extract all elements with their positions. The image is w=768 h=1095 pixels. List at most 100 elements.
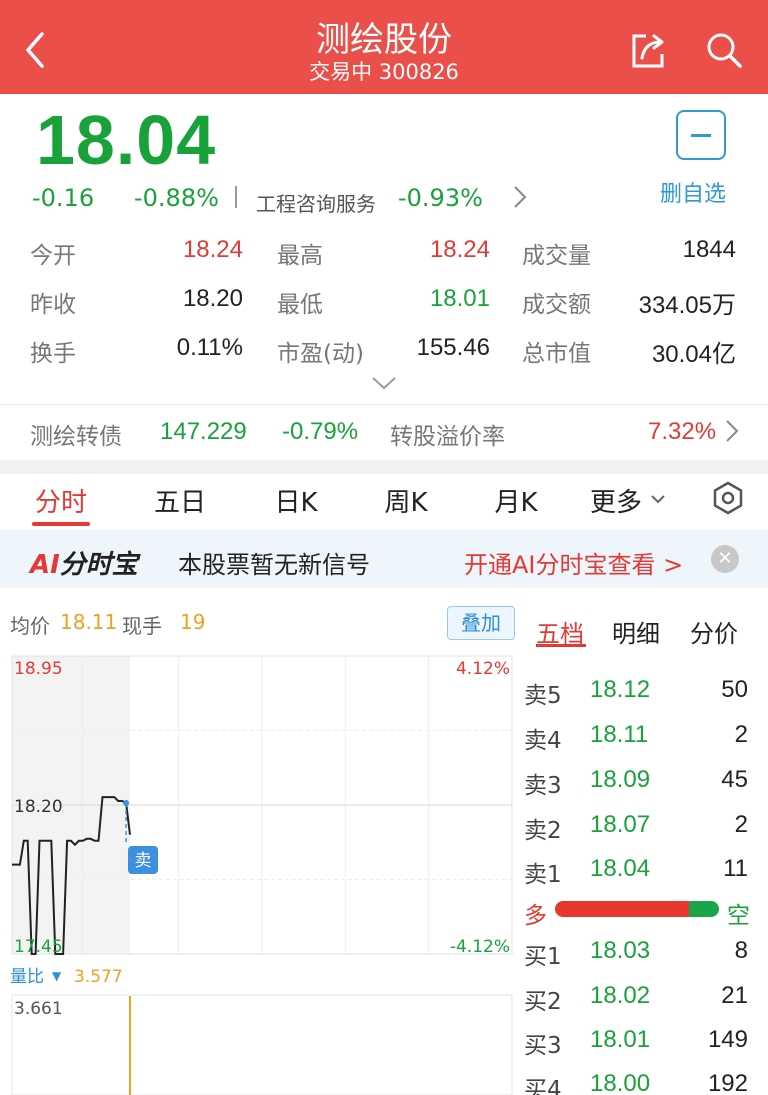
price-change-pct: -0.88% (134, 184, 219, 212)
stat-label: 最高 (277, 243, 323, 269)
intraday-chart[interactable]: 18.95 18.20 17.45 4.12% -4.12% 卖 量比 ▼ 3.… (0, 650, 520, 1095)
stat-label: 市盈(动) (277, 341, 364, 367)
y-axis-bottom-label: 17.45 (14, 937, 63, 957)
sector-change-pct: -0.93% (398, 184, 483, 212)
buy-level-label: 买2 (524, 989, 562, 1015)
sell-level-price[interactable]: 18.11 (590, 721, 648, 749)
stat-value: 18.01 (429, 285, 490, 312)
stat-value: 18.24 (182, 236, 243, 263)
stat-label: 昨收 (30, 292, 76, 318)
buy-level-label: 买1 (524, 944, 562, 970)
close-icon[interactable]: ✕ (711, 545, 739, 573)
ai-logo-ai: AI (30, 550, 60, 580)
buy-side-label: 多 (524, 903, 547, 929)
ai-logo: AI分时宝 (30, 544, 138, 581)
premium-value: 7.32% (648, 418, 717, 445)
bond-change-pct: -0.79% (282, 418, 359, 445)
vol-ratio-label: 量比 (10, 967, 44, 987)
tab-daily-k[interactable]: 日K (270, 482, 322, 519)
active-tab-indicator (536, 644, 586, 647)
section-gap (0, 460, 768, 474)
header-bar: 测绘股份 交易中 300826 (0, 0, 768, 94)
expand-chevron-icon[interactable] (370, 374, 398, 396)
chevron-down-icon[interactable] (650, 490, 666, 509)
convertible-bond-row[interactable]: 测绘转债 147.229 -0.79% 转股溢价率 7.32% (0, 406, 768, 458)
sell-level-volume: 45 (721, 766, 748, 793)
share-icon[interactable] (626, 28, 670, 72)
buy-sell-ratio-bar (555, 901, 719, 917)
vol-ratio-value: 3.577 (74, 967, 123, 987)
vol-ratio-top-label: 3.661 (14, 999, 63, 1019)
sell-level-label: 卖4 (524, 728, 562, 754)
price-change: -0.16 (32, 184, 95, 212)
sell-level-price[interactable]: 18.12 (590, 676, 650, 704)
tab-more[interactable]: 更多 (586, 482, 646, 519)
stat-label: 成交额 (522, 292, 591, 318)
sell-level-label: 卖1 (524, 862, 562, 888)
ai-logo-text: 分时宝 (59, 550, 138, 580)
stat-label: 换手 (30, 341, 76, 367)
stat-label: 今开 (30, 243, 76, 269)
vol-ratio-panel (11, 994, 513, 1095)
buy-level-price[interactable]: 18.01 (590, 1026, 650, 1054)
y-axis-mid-label: 18.20 (14, 797, 63, 817)
sell-marker[interactable]: 卖 (128, 846, 158, 874)
buy-level-volume: 192 (707, 1070, 748, 1095)
divider (0, 404, 768, 405)
remove-favorite-label[interactable]: 删自选 (660, 176, 726, 208)
stat-label: 总市值 (522, 341, 591, 367)
buy-level-volume: 8 (734, 937, 748, 964)
buy-level-price[interactable]: 18.03 (590, 937, 650, 965)
y-axis-top-label: 18.95 (14, 659, 63, 679)
remove-favorite-button[interactable] (676, 110, 726, 160)
minus-icon (691, 134, 711, 137)
bond-name: 测绘转债 (30, 424, 122, 450)
buy-level-price[interactable]: 18.02 (590, 982, 650, 1010)
sell-level-price[interactable]: 18.09 (590, 766, 650, 794)
search-icon[interactable] (702, 28, 746, 72)
sell-level-price[interactable]: 18.07 (590, 811, 650, 839)
stat-label: 最低 (277, 292, 323, 318)
settings-hexagon-icon[interactable] (710, 480, 746, 520)
chevron-right-icon[interactable] (512, 184, 528, 216)
avg-price-label: 均价 (10, 614, 50, 638)
pct-axis-bottom-label: -4.12% (450, 937, 510, 957)
stat-value: 30.04亿 (651, 341, 736, 368)
sector-name[interactable]: 工程咨询服务 (256, 188, 376, 217)
premium-label: 转股溢价率 (390, 424, 505, 450)
bond-price: 147.229 (160, 418, 247, 445)
last-price: 18.04 (36, 101, 217, 179)
stat-value: 18.20 (182, 285, 243, 312)
sell-side-label: 空 (727, 903, 750, 929)
avg-price-value: 18.11 (60, 610, 118, 634)
stat-value: 0.11% (176, 334, 243, 361)
tab-weekly-k[interactable]: 周K (380, 482, 432, 519)
stat-value: 334.05万 (638, 292, 736, 319)
sell-level-label: 卖5 (524, 683, 562, 709)
overlay-button[interactable]: 叠加 (447, 606, 515, 640)
vol-ratio-dropdown-icon[interactable]: ▼ (52, 969, 62, 983)
sell-ratio-fill (689, 901, 719, 917)
tab-monthly-k[interactable]: 月K (490, 482, 542, 519)
sell-level-price[interactable]: 18.04 (590, 855, 650, 883)
current-hand-label: 现手 (122, 614, 162, 638)
buy-level-label: 买3 (524, 1033, 562, 1059)
sell-level-volume: 2 (734, 811, 748, 838)
banner-open-link[interactable]: 开通AI分时宝查看 > (464, 545, 683, 580)
current-hand-value: 19 (180, 610, 206, 634)
buy-level-volume: 149 (707, 1026, 748, 1053)
stat-label: 成交量 (522, 243, 591, 269)
buy-level-volume: 21 (721, 982, 748, 1009)
buy-ratio-fill (555, 901, 690, 917)
pct-axis-top-label: 4.12% (456, 659, 510, 679)
tab-five-day[interactable]: 五日 (150, 482, 210, 519)
tab-details[interactable]: 明细 (612, 614, 660, 649)
stat-value: 18.24 (429, 236, 490, 263)
stat-value: 155.46 (416, 334, 490, 361)
buy-level-label: 买4 (524, 1077, 562, 1095)
buy-level-price[interactable]: 18.00 (590, 1070, 650, 1095)
stock-detail-screen: 测绘股份 交易中 300826 18.04 -0.16 -0.88% 工程咨询服… (0, 0, 768, 1095)
sell-level-volume: 2 (734, 721, 748, 748)
tab-price-breakdown[interactable]: 分价 (690, 614, 738, 649)
tab-intraday[interactable]: 分时 (32, 482, 90, 519)
